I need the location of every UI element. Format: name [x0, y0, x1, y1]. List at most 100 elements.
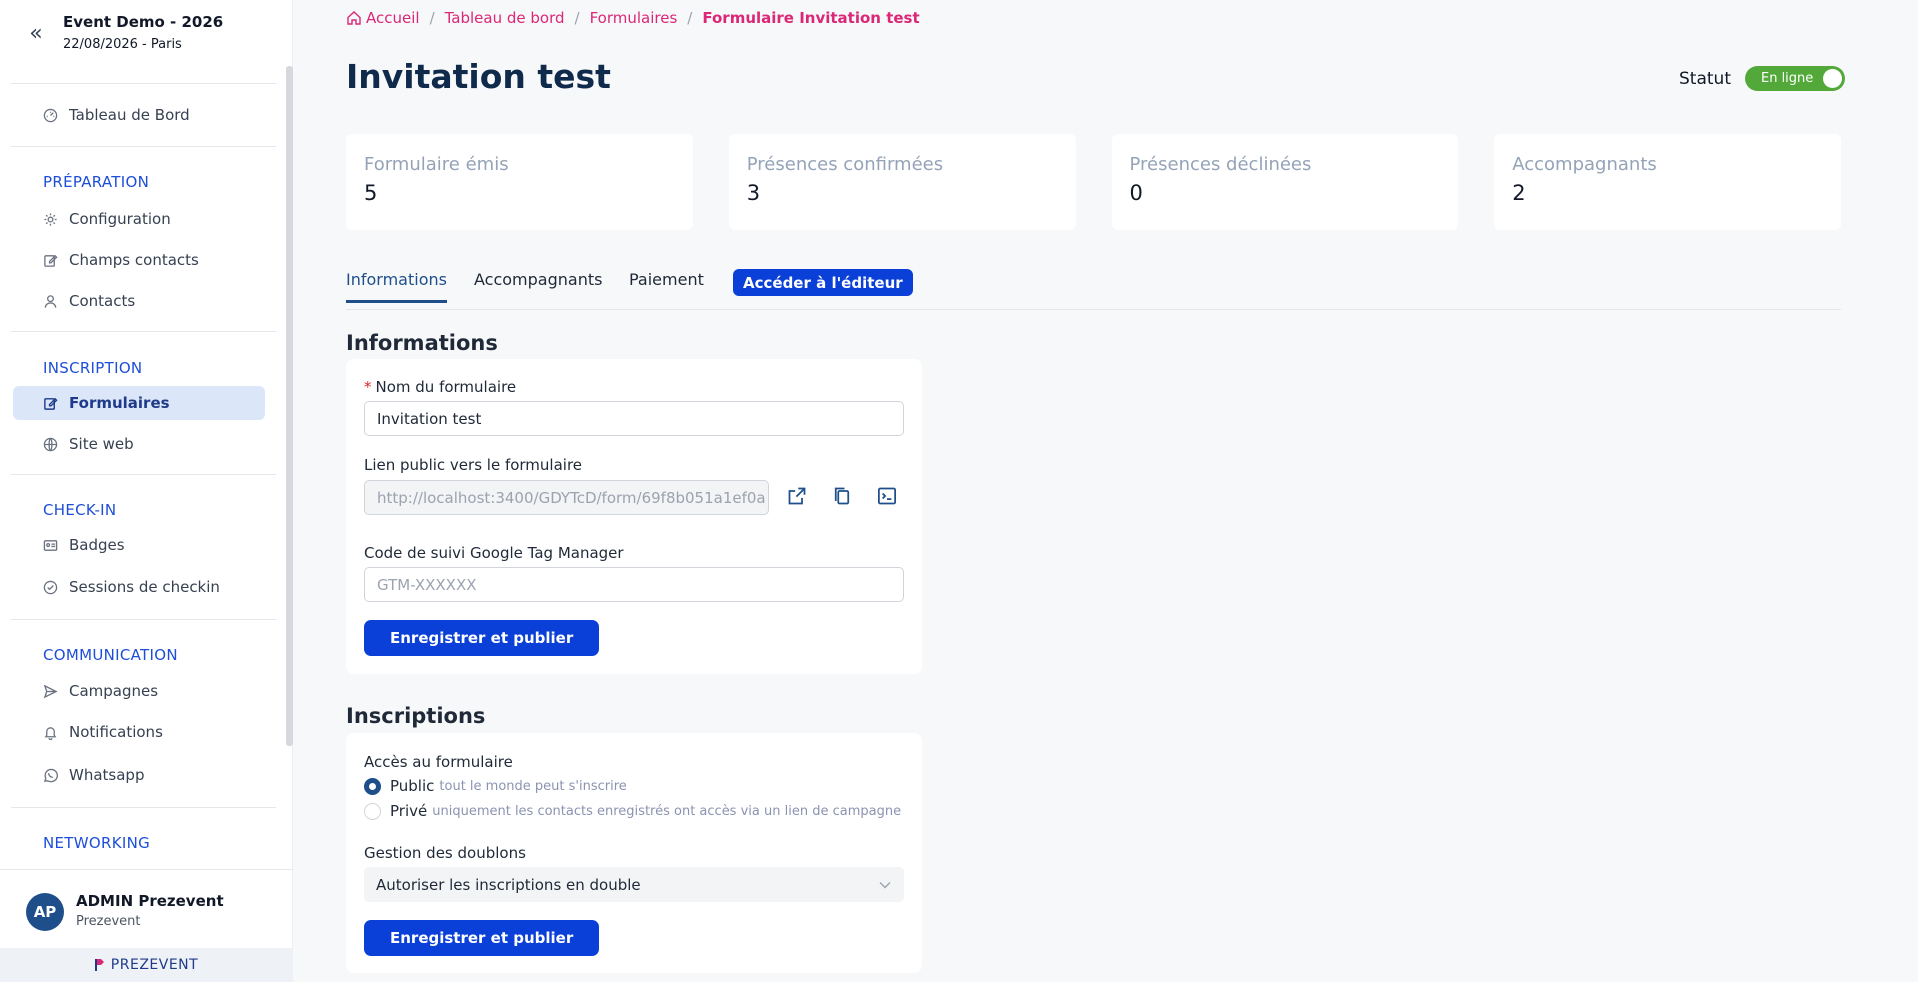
sidebar-item-champs-contacts[interactable]: Champs contacts [13, 243, 265, 277]
whatsapp-icon [43, 768, 58, 783]
brand-footer: PREZEVENT [0, 948, 293, 982]
radio-public[interactable]: Public tout le monde peut s'inscrire [364, 777, 627, 795]
sidebar-item-dashboard[interactable]: Tableau de Bord [13, 98, 265, 132]
stat-card: Formulaire émis 5 [346, 134, 693, 230]
tab-informations[interactable]: Informations [346, 270, 447, 303]
sidebar-item-contacts[interactable]: Contacts [13, 284, 265, 318]
page-scrollbar[interactable] [1908, 0, 1918, 982]
user-profile[interactable]: AP ADMIN Prezevent Prezevent [0, 870, 293, 948]
open-external-icon[interactable] [787, 486, 807, 506]
tab-accompagnants[interactable]: Accompagnants [474, 270, 602, 303]
home-icon [347, 11, 361, 25]
radio-public-hint: tout le monde peut s'inscrire [439, 778, 627, 794]
sidebar-item-label: Tableau de Bord [69, 106, 190, 124]
radio-public-label: Public [390, 777, 435, 795]
breadcrumb-separator: / [574, 9, 580, 27]
inscriptions-card: Accès au formulaire Public tout le monde… [346, 733, 922, 973]
user-name: ADMIN Prezevent [76, 892, 224, 910]
sidebar-item-label: Sessions de checkin [69, 578, 220, 596]
stat-card: Accompagnants 2 [1494, 134, 1841, 230]
save-publish-button[interactable]: Enregistrer et publier [364, 620, 600, 656]
status-label: Statut [1679, 68, 1731, 89]
sidebar-item-label: Campagnes [69, 682, 159, 700]
gtm-input[interactable]: GTM-XXXXXX [364, 567, 904, 602]
copy-icon[interactable] [832, 486, 852, 506]
sidebar-item-formulaires[interactable]: Formulaires [13, 386, 265, 420]
sidebar: « Event Demo - 2026 22/08/2026 - Paris T… [0, 0, 293, 982]
breadcrumb-current: Formulaire Invitation test [702, 9, 920, 27]
save-publish-button[interactable]: Enregistrer et publier [364, 920, 600, 956]
sidebar-item-site-web[interactable]: Site web [13, 427, 265, 461]
section-title-inscription: INSCRIPTION [43, 359, 143, 377]
radio-private-hint: uniquement les contacts enregistrés ont … [432, 803, 902, 819]
embed-code-icon[interactable] [877, 486, 897, 506]
page-title: Invitation test [346, 57, 611, 96]
public-link-input[interactable]: http://localhost:3400/GDYTcD/form/69f8b0… [364, 480, 769, 515]
sidebar-item-sessions[interactable]: Sessions de checkin [13, 570, 265, 604]
gauge-icon [43, 108, 58, 123]
sidebar-item-badges[interactable]: Badges [13, 528, 265, 562]
stat-label: Présences confirmées [746, 154, 944, 175]
section-title-checkin: CHECK-IN [43, 501, 117, 519]
form-name-input[interactable]: Invitation test [364, 401, 904, 436]
informations-heading: Informations [346, 331, 498, 355]
status-toggle-label: En ligne [1760, 71, 1814, 86]
section-title-preparation: PRÉPARATION [43, 173, 150, 191]
stat-value: 2 [1512, 181, 1526, 205]
informations-card: * Nom du formulaire Invitation test Lien … [346, 359, 922, 674]
breadcrumb-dashboard[interactable]: Tableau de bord [445, 9, 565, 27]
status-toggle[interactable]: En ligne [1744, 66, 1845, 91]
brand-name: PREZEVENT [110, 957, 199, 973]
form-name-label: * Nom du formulaire [364, 378, 516, 396]
stat-card: Présences confirmées 3 [728, 134, 1076, 230]
duplicates-select-value: Autoriser les inscriptions en double [376, 875, 641, 894]
open-editor-button[interactable]: Accéder à l'éditeur [733, 269, 913, 296]
chevron-down-icon [879, 881, 891, 888]
duplicates-label: Gestion des doublons [364, 844, 526, 862]
sidebar-item-label: Notifications [69, 723, 163, 741]
sidebar-item-notifications[interactable]: Notifications [13, 715, 265, 749]
edit-icon [44, 254, 58, 267]
stat-card: Présences déclinées 0 [1111, 134, 1459, 230]
breadcrumb-home-label: Accueil [366, 9, 420, 27]
toggle-knob [1822, 69, 1842, 88]
radio-private-control[interactable] [364, 802, 381, 820]
divider [11, 331, 276, 332]
form-name-label-text: Nom du formulaire [375, 378, 517, 396]
stat-value: 5 [364, 181, 378, 205]
breadcrumb-forms[interactable]: Formulaires [590, 9, 678, 27]
inscriptions-heading: Inscriptions [346, 704, 486, 728]
radio-private[interactable]: Privé uniquement les contacts enregistré… [364, 802, 901, 820]
breadcrumb-separator: / [687, 9, 693, 27]
public-link-label: Lien public vers le formulaire [364, 456, 583, 474]
status-control: Statut En ligne [1679, 66, 1845, 91]
tab-paiement[interactable]: Paiement [629, 270, 704, 303]
divider [11, 83, 276, 84]
divider [11, 807, 276, 808]
gtm-label: Code de suivi Google Tag Manager [364, 544, 624, 562]
sidebar-item-label: Champs contacts [69, 251, 199, 269]
bell-icon [44, 727, 57, 740]
stats-row: Formulaire émis 5 Présences confirmées 3… [346, 134, 1841, 230]
radio-public-control[interactable] [364, 777, 381, 795]
duplicates-select[interactable]: Autoriser les inscriptions en double [364, 867, 904, 902]
user-org: Prezevent [76, 914, 141, 929]
section-title-networking: NETWORKING [43, 834, 151, 852]
sidebar-item-label: Configuration [69, 210, 171, 228]
event-date: 22/08/2026 - Paris [63, 37, 182, 52]
section-title-communication: COMMUNICATION [43, 646, 178, 664]
breadcrumb-separator: / [429, 9, 435, 27]
event-name: Event Demo - 2026 [63, 13, 224, 31]
sidebar-item-whatsapp[interactable]: Whatsapp [13, 758, 265, 792]
sidebar-scrollbar[interactable] [286, 66, 293, 746]
sidebar-item-label: Badges [69, 536, 125, 554]
sidebar-item-label: Formulaires [69, 394, 170, 412]
breadcrumb-home[interactable]: Accueil [346, 9, 420, 27]
check-circle-icon [43, 580, 58, 595]
sidebar-item-campagnes[interactable]: Campagnes [13, 674, 265, 708]
sidebar-item-configuration[interactable]: Configuration [13, 202, 265, 236]
collapse-sidebar-icon[interactable]: « [24, 22, 48, 46]
sidebar-item-label: Site web [69, 435, 134, 453]
access-label: Accès au formulaire [364, 753, 513, 771]
main-content: Accueil / Tableau de bord / Formulaires … [293, 0, 1918, 982]
